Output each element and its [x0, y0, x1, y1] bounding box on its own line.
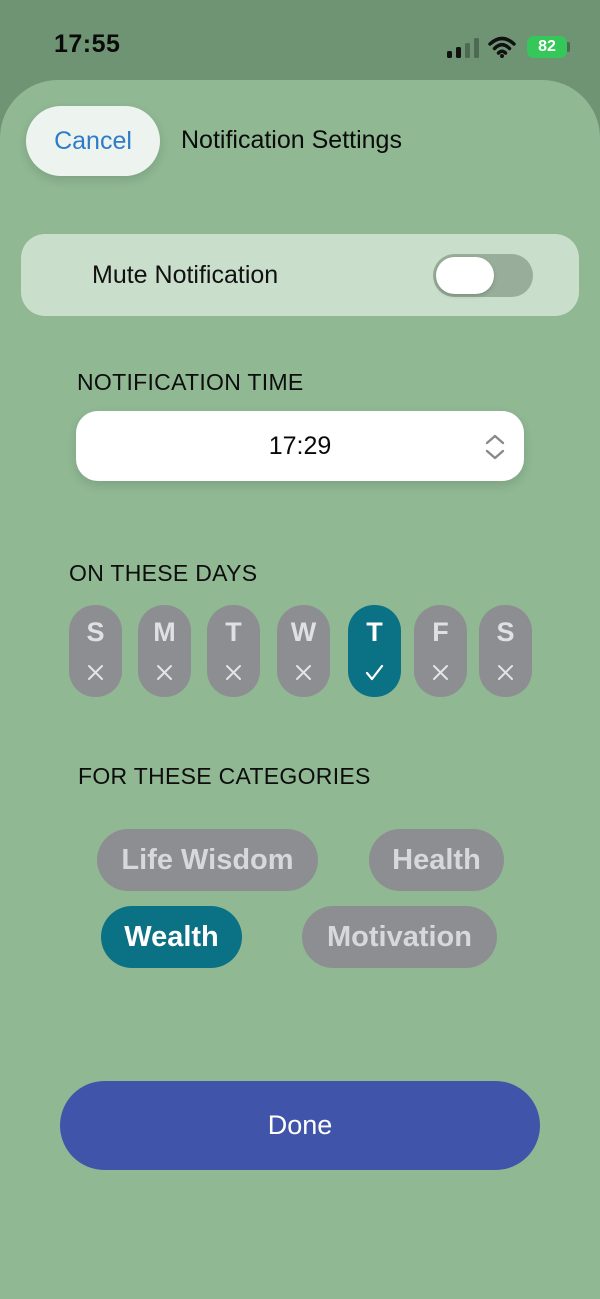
day-toggle-friday[interactable]: F	[414, 605, 467, 697]
day-letter: M	[153, 617, 176, 647]
day-letter: S	[86, 617, 105, 647]
day-letter: T	[225, 617, 242, 647]
day-toggle-tuesday[interactable]: T	[207, 605, 260, 697]
day-toggle-monday[interactable]: M	[138, 605, 191, 697]
checkmark-icon	[365, 664, 384, 681]
sheet-title: Notification Settings	[181, 126, 402, 154]
cancel-button[interactable]: Cancel	[26, 106, 160, 176]
day-toggle-thursday[interactable]: T	[348, 605, 401, 697]
mute-notification-label: Mute Notification	[92, 261, 279, 289]
chevron-up-down-icon	[485, 434, 505, 460]
category-chip-life-wisdom[interactable]: Life Wisdom	[97, 829, 318, 891]
categories-heading: FOR THESE CATEGORIES	[78, 763, 371, 789]
notification-time-picker[interactable]: 17:29	[76, 411, 524, 481]
status-bar: 17:55 82	[0, 0, 600, 80]
wifi-icon	[488, 36, 516, 58]
cross-icon	[157, 665, 172, 680]
day-letter: W	[290, 617, 317, 647]
cellular-signal-icon	[447, 38, 479, 58]
cross-icon	[88, 665, 103, 680]
day-letter: S	[496, 617, 515, 647]
notification-time-heading: NOTIFICATION TIME	[77, 369, 304, 395]
mute-notification-toggle[interactable]	[433, 254, 533, 297]
battery-tip	[567, 42, 570, 52]
done-button[interactable]: Done	[60, 1081, 540, 1170]
cross-icon	[296, 665, 311, 680]
status-time: 17:55	[54, 30, 121, 58]
days-heading: ON THESE DAYS	[69, 560, 258, 586]
battery-indicator: 82	[527, 36, 567, 58]
category-chip-health[interactable]: Health	[369, 829, 504, 891]
toggle-knob	[436, 257, 494, 294]
day-toggle-saturday[interactable]: S	[479, 605, 532, 697]
cross-icon	[498, 665, 513, 680]
notification-settings-sheet: Cancel Notification Settings Mute Notifi…	[0, 80, 600, 1299]
mute-notification-row: Mute Notification	[21, 234, 579, 316]
day-toggle-wednesday[interactable]: W	[277, 605, 330, 697]
category-chip-motivation[interactable]: Motivation	[302, 906, 497, 968]
day-letter: T	[366, 617, 383, 647]
day-toggle-sunday[interactable]: S	[69, 605, 122, 697]
notification-time-value: 17:29	[268, 432, 332, 460]
cross-icon	[226, 665, 241, 680]
category-chip-wealth[interactable]: Wealth	[101, 906, 242, 968]
cross-icon	[433, 665, 448, 680]
day-letter: F	[432, 617, 449, 647]
